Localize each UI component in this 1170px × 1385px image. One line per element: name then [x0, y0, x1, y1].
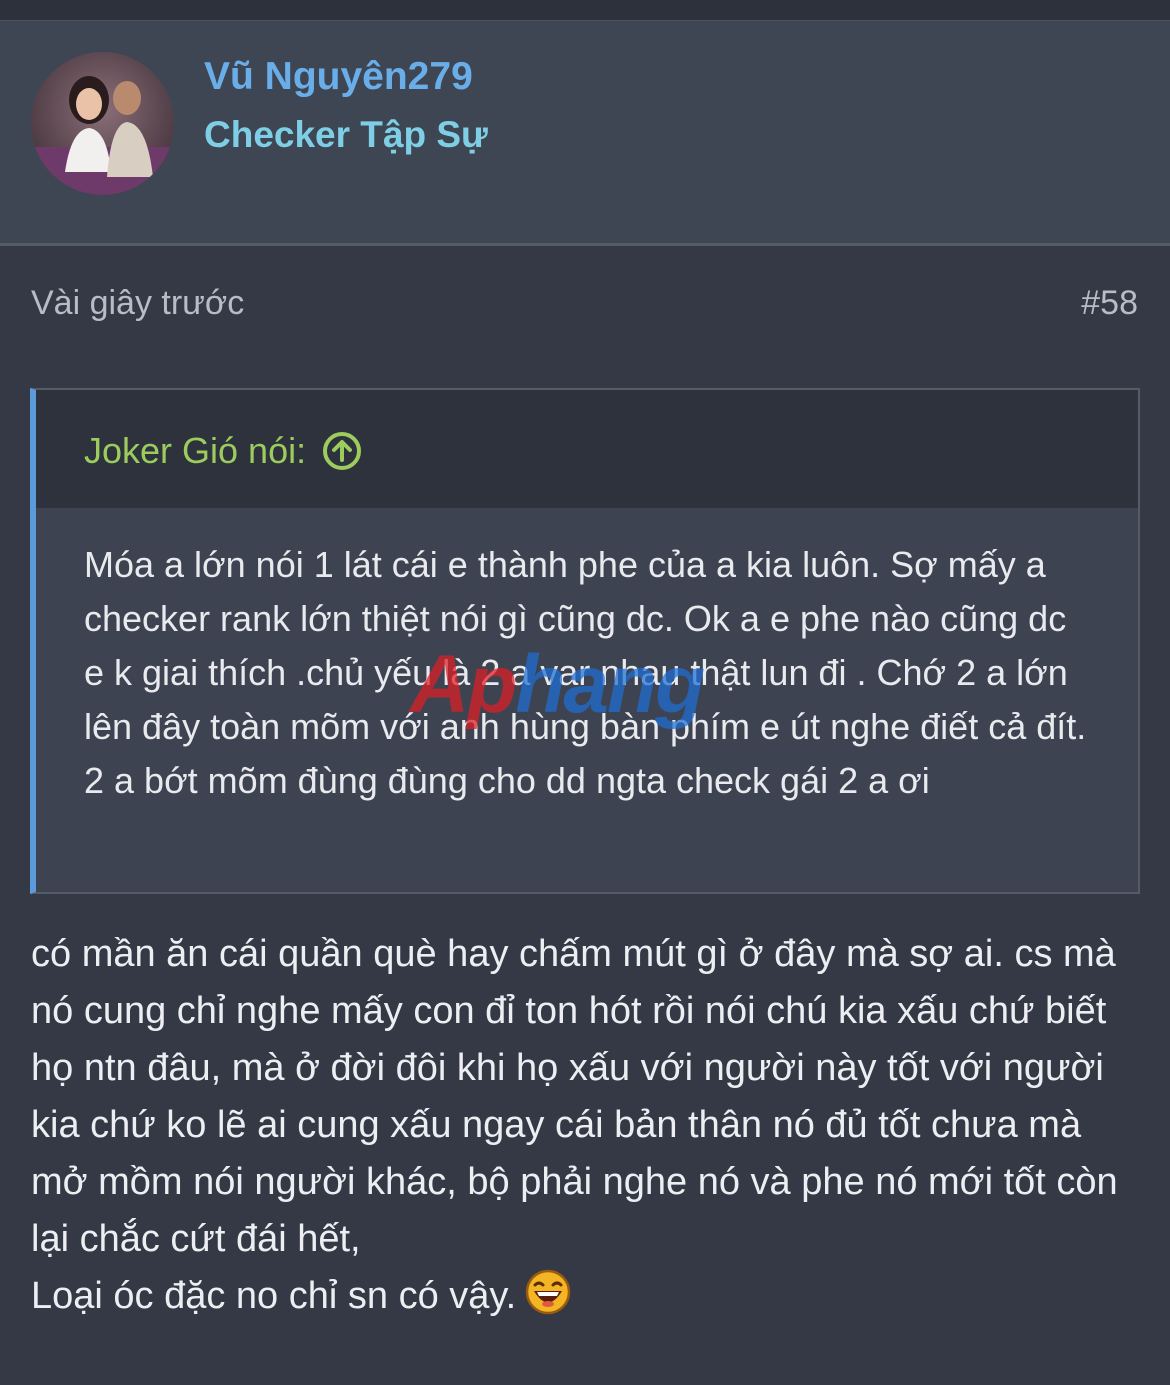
- post-meta: Vài giây trước #58: [0, 246, 1170, 356]
- reply-last-line: Loại óc đặc no chỉ sn có vậy.: [31, 1268, 1141, 1325]
- post-timestamp[interactable]: Vài giây trước: [31, 284, 244, 323]
- post-number[interactable]: #58: [1081, 284, 1138, 323]
- user-title: Checker Tập Sự: [204, 114, 488, 155]
- quote-header: Joker Gió nói:: [36, 390, 1138, 508]
- arrow-up-circle-icon[interactable]: [322, 431, 362, 471]
- quote-block: Joker Gió nói: Móa a lớn nói 1 lát cái e…: [30, 388, 1140, 894]
- post-body: có mần ăn cái quần què hay chấm mút gì ở…: [31, 926, 1141, 1325]
- top-strip: [0, 0, 1170, 20]
- reply-text: có mần ăn cái quần què hay chấm mút gì ở…: [31, 933, 1118, 1260]
- quote-author[interactable]: Joker Gió nói:: [84, 430, 362, 472]
- quote-text: Móa a lớn nói 1 lát cái e thành phe của …: [84, 544, 1087, 801]
- reply-last-line-text: Loại óc đặc no chỉ sn có vậy.: [31, 1275, 517, 1317]
- laughing-emoji-icon: [524, 1268, 572, 1316]
- quote-author-label: Joker Gió nói:: [84, 430, 307, 471]
- user-card: Vũ Nguyên279 Checker Tập Sự: [0, 20, 1170, 246]
- avatar[interactable]: [31, 52, 174, 195]
- username[interactable]: Vũ Nguyên279: [204, 55, 473, 99]
